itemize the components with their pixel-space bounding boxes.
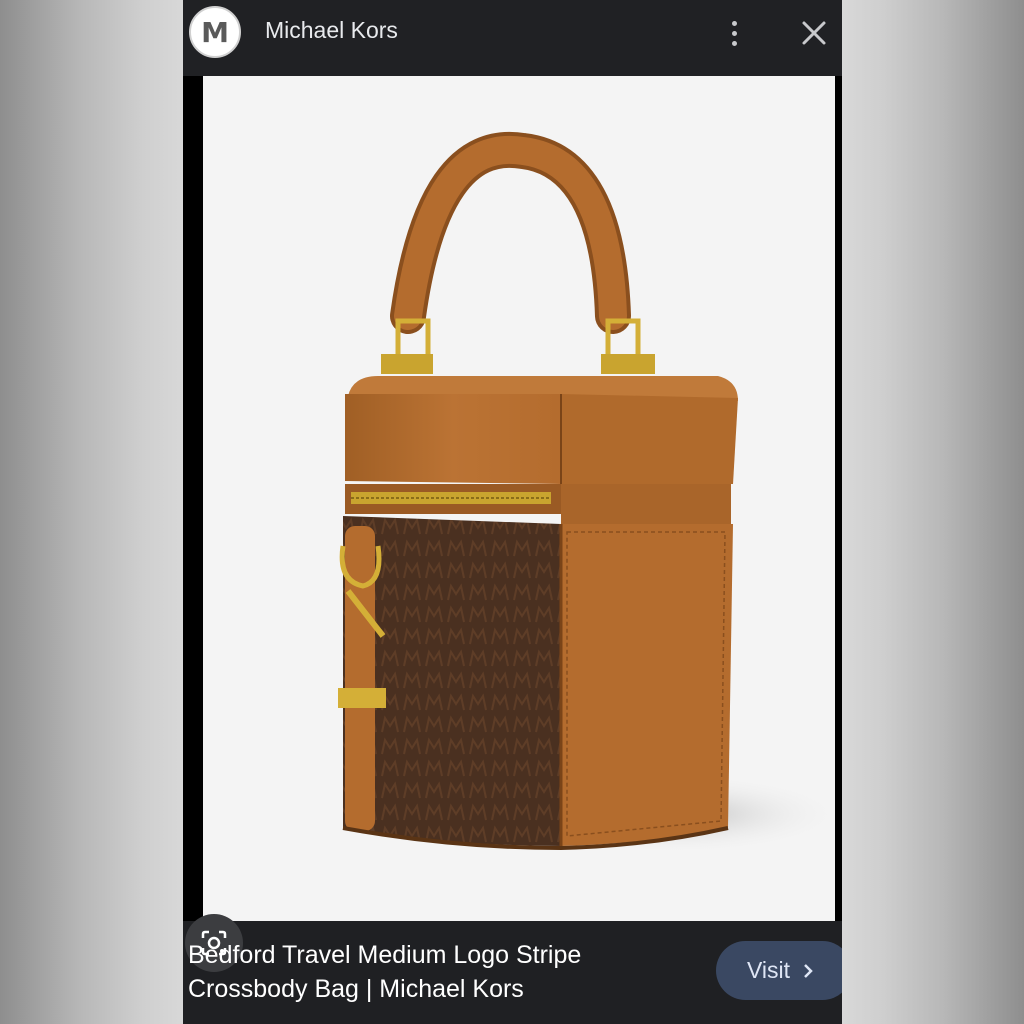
image-frame <box>183 76 842 972</box>
bag-illustration <box>338 131 835 854</box>
more-vert-icon[interactable] <box>721 14 747 52</box>
chevron-right-icon <box>804 963 813 978</box>
close-icon[interactable] <box>799 18 829 48</box>
image-viewer: M Michael Kors Bedford Travel Medium Log… <box>183 0 842 1024</box>
site-avatar[interactable]: M <box>189 6 241 58</box>
visit-button[interactable]: Visit <box>716 941 842 1000</box>
product-image[interactable] <box>203 76 835 921</box>
viewer-header: M Michael Kors <box>183 0 842 76</box>
image-caption-title[interactable]: Bedford Travel Medium Logo Stripe Crossb… <box>188 938 688 1006</box>
visit-label: Visit <box>747 957 791 983</box>
site-name[interactable]: Michael Kors <box>265 17 398 44</box>
